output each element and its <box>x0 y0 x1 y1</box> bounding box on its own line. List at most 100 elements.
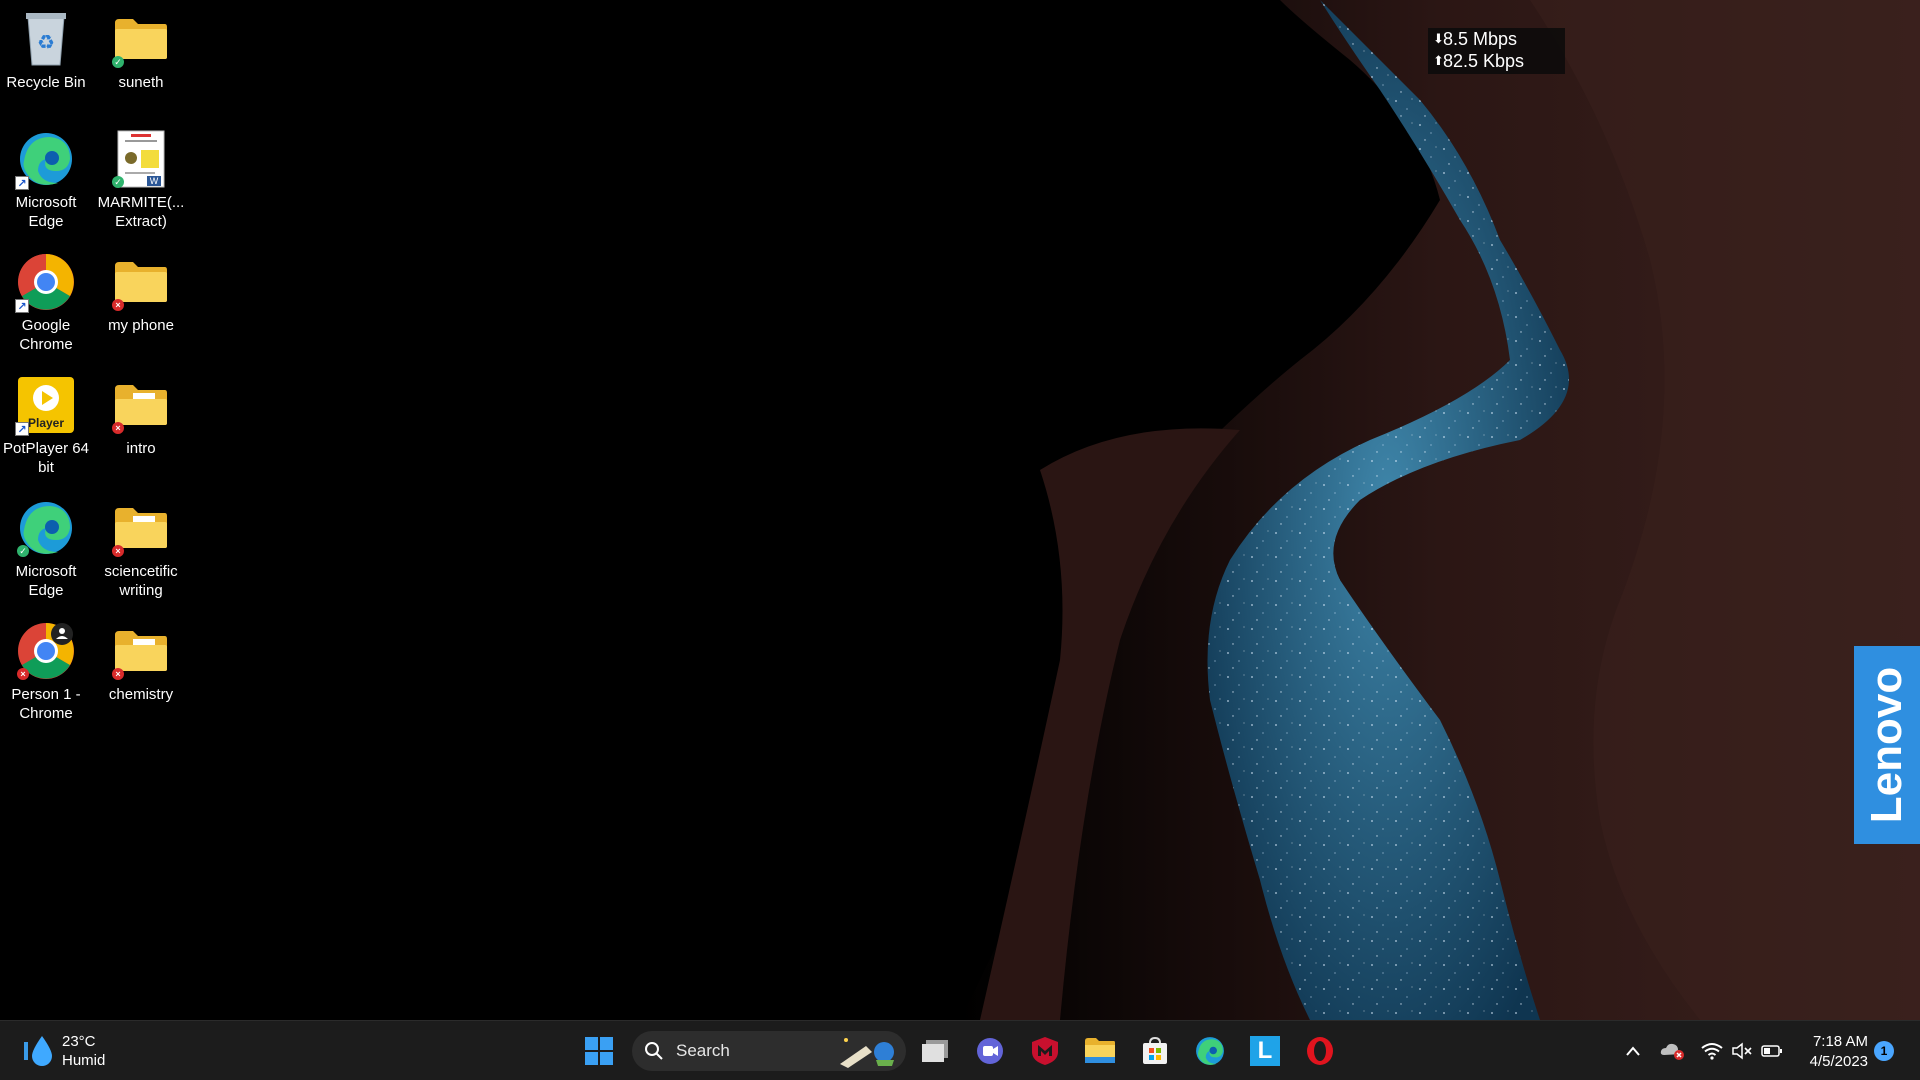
task-view-icon <box>922 1040 948 1062</box>
weather-temperature: 23°C <box>62 1033 96 1050</box>
shortcut-arrow-icon: ↗ <box>15 299 29 313</box>
desktop-icon-person1-chrome[interactable]: × Person 1 - Chrome <box>0 620 92 723</box>
opera-button[interactable] <box>1299 1031 1341 1071</box>
mcafee-shield-icon <box>1032 1037 1058 1065</box>
desktop-icon-label: suneth <box>118 74 164 91</box>
lenovo-l-icon: L <box>1250 1036 1280 1066</box>
desktop-icon-label: Recycle Bin <box>6 74 86 91</box>
desktop-icon-chemistry-folder[interactable]: × chemistry <box>95 620 187 704</box>
desktop-icon-marmite-document[interactable]: W ✓ MARMITE(... Extract) <box>95 128 187 231</box>
upload-speed-row: ⬆ 82.5 Kbps <box>1433 50 1565 72</box>
desktop-icon-label: MARMITE(... Extract) <box>97 194 185 230</box>
desktop-icon-sciencetific-writing-folder[interactable]: × sciencetific writing <box>95 497 187 600</box>
sync-error-icon: × <box>17 668 29 680</box>
onedrive-error-icon <box>1660 1043 1684 1060</box>
chrome-icon: ↗ <box>15 251 77 313</box>
sync-ok-icon: ✓ <box>112 176 124 188</box>
desktop-icon-my-phone-folder[interactable]: × my phone <box>95 251 187 335</box>
desktop-wallpaper <box>0 0 1920 1020</box>
folder-icon: ✓ <box>110 8 172 70</box>
desktop-icon-label: Microsoft Edge <box>15 563 77 599</box>
desktop-icon-label: sciencetific writing <box>104 563 178 599</box>
desktop-icon-recycle-bin[interactable]: ♻ Recycle Bin <box>0 8 92 92</box>
desktop-icon-label: Person 1 - Chrome <box>11 686 81 722</box>
shortcut-arrow-icon: ↗ <box>15 176 29 190</box>
desktop-icon-intro-folder[interactable]: × intro <box>95 374 187 458</box>
upload-arrow-icon: ⬆ <box>1433 53 1444 68</box>
windows-logo-icon <box>585 1037 613 1065</box>
notification-badge[interactable]: 1 <box>1874 1041 1894 1061</box>
sync-ok-icon: ✓ <box>17 545 29 557</box>
search-label: Search <box>676 1041 730 1060</box>
battery-icon <box>1761 1045 1782 1057</box>
potplayer-icon: Player ↗ <box>15 374 77 436</box>
mcafee-button[interactable] <box>1024 1031 1066 1071</box>
svg-text:♻: ♻ <box>37 32 55 54</box>
edge-taskbar-button[interactable] <box>1189 1031 1231 1071</box>
download-arrow-icon: ⬇ <box>1433 31 1444 46</box>
download-speed-row: ⬇ 8.5 Mbps <box>1433 28 1565 50</box>
clock-time: 7:18 AM <box>1812 1033 1868 1050</box>
edge-icon <box>1196 1037 1224 1065</box>
desktop-icon-label: PotPlayer 64 bit <box>3 440 89 476</box>
chrome-profile-icon: × <box>15 620 77 682</box>
sync-error-icon: × <box>112 545 124 557</box>
weather-widget[interactable]: 23°C Humid <box>22 1031 105 1071</box>
wifi-tray-button[interactable] <box>1698 1031 1726 1071</box>
desktop-icon-label: chemistry <box>108 686 174 703</box>
word-document-icon: W ✓ <box>110 128 172 190</box>
folder-icon: × <box>110 251 172 313</box>
start-button[interactable] <box>578 1031 620 1071</box>
recycle-bin-icon: ♻ <box>15 8 77 70</box>
network-speed-monitor[interactable]: ⬇ 8.5 Mbps ⬆ 82.5 Kbps <box>1428 28 1565 74</box>
desktop-icon-google-chrome[interactable]: ↗ Google Chrome <box>0 251 92 354</box>
desktop-icon-label: Google Chrome <box>19 317 73 353</box>
weather-text: 23°C Humid <box>62 1032 105 1070</box>
potplayer-icon-text: Player <box>28 416 64 430</box>
taskbar-clock[interactable]: 7:18 AM 4/5/2023 <box>1800 1032 1868 1072</box>
taskbar-search-box[interactable]: Search <box>632 1031 906 1071</box>
desktop-icon-suneth-folder[interactable]: ✓ suneth <box>95 8 187 92</box>
shortcut-arrow-icon: ↗ <box>15 422 29 436</box>
desktop-icon-label: Microsoft Edge <box>15 194 77 230</box>
desktop-icon-microsoft-edge[interactable]: ↗ Microsoft Edge <box>0 128 92 231</box>
upload-speed: 82.5 Kbps <box>1443 51 1525 71</box>
onedrive-tray-button[interactable] <box>1658 1031 1688 1071</box>
search-highlight-icon <box>840 1038 894 1068</box>
lenovo-vantage-button[interactable]: L <box>1244 1031 1286 1071</box>
clock-date: 4/5/2023 <box>1809 1053 1868 1070</box>
edge-icon: ↗ <box>15 128 77 190</box>
download-speed: 8.5 Mbps <box>1443 29 1518 49</box>
desktop-icon-label: intro <box>126 440 156 457</box>
edge-icon: ✓ <box>15 497 77 559</box>
folder-icon: × <box>110 497 172 559</box>
opera-icon <box>1307 1037 1333 1065</box>
show-hidden-icons-button[interactable] <box>1620 1031 1646 1071</box>
desktop-icon-potplayer[interactable]: Player ↗ PotPlayer 64 bit <box>0 374 92 477</box>
file-explorer-button[interactable] <box>1079 1031 1121 1071</box>
search-icon <box>645 1042 663 1060</box>
sync-error-icon: × <box>112 299 124 311</box>
microsoft-store-button[interactable] <box>1134 1031 1176 1071</box>
folder-icon <box>1085 1038 1115 1063</box>
folder-icon: × <box>110 620 172 682</box>
chevron-up-icon <box>1626 1046 1640 1056</box>
desktop-icon-label: my phone <box>108 317 174 334</box>
desktop-icon-microsoft-edge-2[interactable]: ✓ Microsoft Edge <box>0 497 92 600</box>
lenovo-brand-tab[interactable]: Lenovo <box>1854 646 1920 844</box>
folder-icon: × <box>110 374 172 436</box>
canyon-night-sky-wallpaper <box>0 0 1920 1020</box>
volume-tray-button[interactable] <box>1728 1031 1756 1071</box>
weather-condition: Humid <box>62 1052 106 1069</box>
store-icon <box>1143 1036 1167 1064</box>
battery-tray-button[interactable] <box>1758 1031 1786 1071</box>
lenovo-logo-text: Lenovo <box>1862 666 1912 824</box>
volume-muted-icon <box>1732 1042 1752 1060</box>
water-drop-icon <box>22 1032 54 1070</box>
sync-error-icon: × <box>112 422 124 434</box>
wifi-icon <box>1701 1043 1723 1060</box>
teams-chat-button[interactable] <box>969 1031 1011 1071</box>
svg-text:W: W <box>150 176 159 186</box>
task-view-button[interactable] <box>914 1031 956 1071</box>
sync-ok-icon: ✓ <box>112 56 124 68</box>
